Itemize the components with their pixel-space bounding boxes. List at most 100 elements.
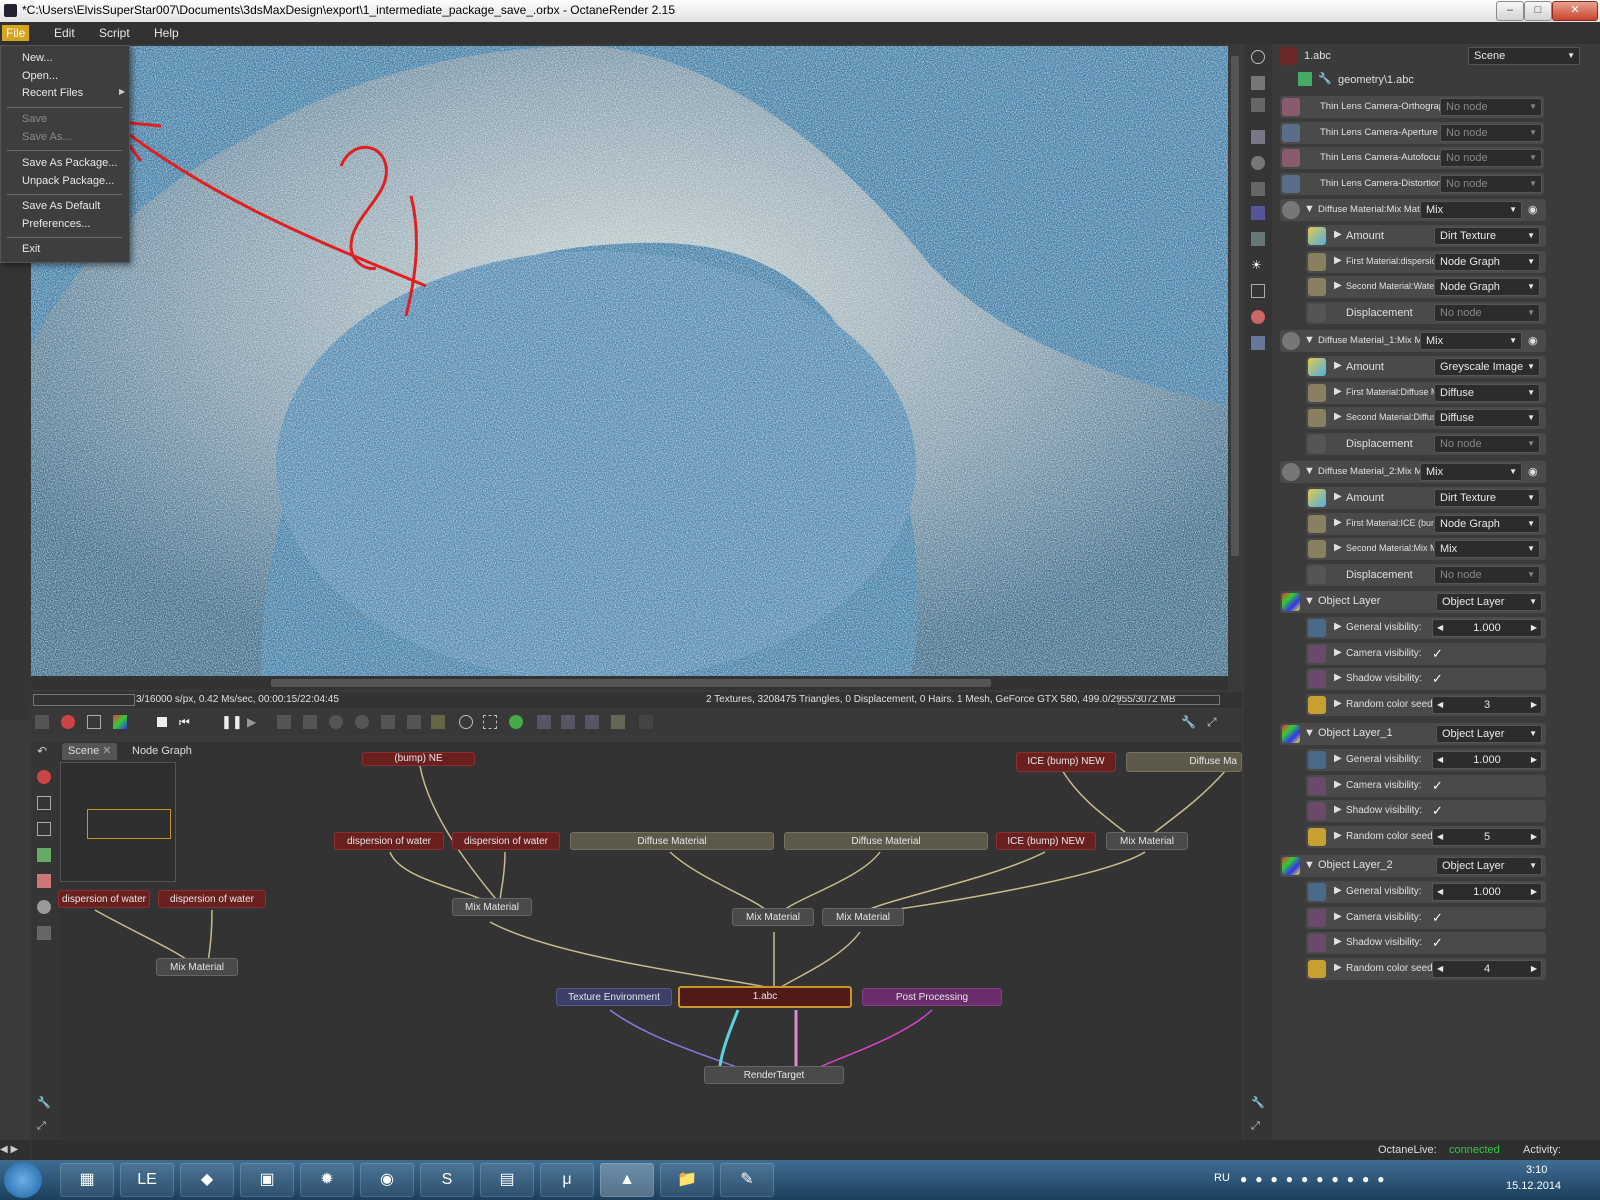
material-group-row[interactable]: ▼ Diffuse Material_1:Mix Ma... Mix ▼ ◉	[1280, 330, 1546, 352]
expand-arrow-icon[interactable]: ▼	[1304, 859, 1315, 871]
transform-icon[interactable]	[1251, 284, 1265, 298]
material-input-select[interactable]: Dirt Texture ▼	[1434, 227, 1540, 245]
expand-arrow-icon[interactable]: ▶	[1334, 255, 1342, 266]
taskbar-3dsmax-icon[interactable]: ▲	[600, 1163, 654, 1197]
layer-seed-row[interactable]: ▶ Random color seed: ◀ 4 ▶	[1306, 957, 1546, 980]
node-ice-top[interactable]: ICE (bump) NEW	[1016, 752, 1116, 772]
expand-arrow-icon[interactable]: ▼	[1304, 595, 1315, 607]
render-settings-icon[interactable]	[1251, 156, 1265, 170]
node-diffuse-top[interactable]: Diffuse Ma	[1126, 752, 1242, 772]
node-diffuse-2[interactable]: Diffuse Material	[784, 832, 988, 850]
material-input-select[interactable]: Diffuse ▼	[1434, 383, 1540, 402]
material-input-select[interactable]: Diffuse ▼	[1434, 409, 1540, 427]
layer-shadow-checkbox[interactable]: ✓	[1432, 671, 1443, 687]
material-group-row[interactable]: ▼ Diffuse Material:Mix Material Mix ▼ ◉	[1280, 199, 1546, 221]
layer-general-spinner[interactable]: ◀ 1.000 ▶	[1432, 751, 1542, 769]
increment-arrow-icon[interactable]: ▶	[1531, 697, 1537, 713]
expand-arrow-icon[interactable]: ▶	[1334, 491, 1342, 502]
taskbar-chrome-icon[interactable]: ◉	[360, 1163, 414, 1197]
layer-camera-row[interactable]: ▶ Camera visibility: ✓	[1306, 906, 1546, 929]
layer-shadow-row[interactable]: ▶ Shadow visibility: ✓	[1306, 668, 1546, 690]
node-mix-4[interactable]: Mix Material	[156, 958, 238, 976]
object-layer-row[interactable]: ▼ Object Layer Object Layer ▼	[1280, 591, 1546, 613]
layer-seed-row[interactable]: ▶ Random color seed: ◀ 3 ▶	[1306, 693, 1546, 716]
panel-wrench-icon[interactable]: 🔧	[1251, 1096, 1265, 1110]
decrement-arrow-icon[interactable]: ◀	[1437, 961, 1443, 977]
node-ice[interactable]: ICE (bump) NEW	[996, 832, 1096, 850]
cube-icon[interactable]	[1251, 336, 1265, 350]
paint-icon[interactable]	[1251, 310, 1265, 324]
expand-arrow-icon[interactable]: ▼	[1304, 465, 1315, 477]
material-input-select[interactable]: No node ▼	[1434, 565, 1540, 584]
increment-arrow-icon[interactable]: ▶	[1531, 620, 1537, 636]
expand-arrow-icon[interactable]: ▶	[1334, 779, 1342, 790]
environment-icon[interactable]	[1251, 232, 1265, 246]
material-input-row[interactable]: ▶ First Material:ICE (bum... Node Graph ▼	[1306, 512, 1546, 535]
node-water-4[interactable]: dispersion of water	[158, 890, 266, 908]
taskbar-paint-icon[interactable]: ✎	[720, 1163, 774, 1197]
menu-item-save-as-default[interactable]: Save As Default	[22, 200, 100, 212]
layer-camera-checkbox[interactable]: ✓	[1432, 646, 1443, 662]
node-texture-environment[interactable]: Texture Environment	[556, 988, 672, 1006]
expand-arrow-icon[interactable]: ▶	[1334, 542, 1342, 553]
layer-general-spinner[interactable]: ◀ 1.000 ▶	[1432, 619, 1542, 637]
material-type-select[interactable]: Mix ▼	[1420, 332, 1522, 350]
panel-expand-icon[interactable]: ⤢	[1251, 1120, 1265, 1134]
node-mix-2[interactable]: Mix Material	[732, 908, 814, 926]
material-input-row[interactable]: Displacement No node ▼	[1306, 563, 1546, 586]
node-mix-1[interactable]: Mix Material	[452, 898, 532, 916]
taskbar-folder-icon[interactable]: 📁	[660, 1163, 714, 1197]
expand-arrow-icon[interactable]: ▼	[1304, 334, 1315, 346]
taskbar-app-icon[interactable]: ◆	[180, 1163, 234, 1197]
taskbar-skype-icon[interactable]: S	[420, 1163, 474, 1197]
layer-camera-row[interactable]: ▶ Camera visibility: ✓	[1306, 642, 1546, 665]
expand-arrow-icon[interactable]: ▶	[1334, 360, 1342, 371]
system-tray-icons[interactable]: ●●●●●●●●●●	[1240, 1172, 1460, 1188]
expand-arrow-icon[interactable]: ▶	[1334, 804, 1342, 815]
material-input-select[interactable]: No node ▼	[1434, 303, 1540, 322]
clock-time[interactable]: 3:10	[1526, 1164, 1547, 1176]
layer-camera-checkbox[interactable]: ✓	[1432, 778, 1443, 794]
image-icon[interactable]	[1251, 130, 1265, 144]
expand-arrow-icon[interactable]: ▶	[1334, 936, 1342, 947]
node-mix-5[interactable]: Mix Material	[1106, 832, 1188, 850]
material-input-select[interactable]: Node Graph ▼	[1434, 252, 1540, 271]
layer-general-spinner[interactable]: ◀ 1.000 ▶	[1432, 883, 1542, 901]
expand-arrow-icon[interactable]: ▶	[1334, 647, 1342, 658]
eye-icon[interactable]: ◉	[1528, 203, 1538, 216]
decrement-arrow-icon[interactable]: ◀	[1437, 829, 1443, 845]
material-input-select[interactable]: No node ▼	[1434, 434, 1540, 453]
taskbar-terminal-icon[interactable]: ▣	[240, 1163, 294, 1197]
expand-arrow-icon[interactable]: ▶	[1334, 753, 1342, 764]
object-layer-select[interactable]: Object Layer ▼	[1436, 725, 1542, 743]
geometry-wrench-icon[interactable]: 🔧	[1318, 72, 1332, 86]
layer-shadow-checkbox[interactable]: ✓	[1432, 803, 1443, 819]
material-input-row[interactable]: ▶ First Material:Diffuse M... Diffuse ▼	[1306, 381, 1546, 404]
layer-general-row[interactable]: ▶ General visibility: ◀ 1.000 ▶	[1306, 881, 1546, 903]
expand-arrow-icon[interactable]: ▶	[1334, 386, 1342, 397]
object-layer-row[interactable]: ▼ Object Layer_2 Object Layer ▼	[1280, 855, 1546, 877]
camera-input-select[interactable]: No node ▼	[1440, 174, 1542, 193]
node-diffuse-1[interactable]: Diffuse Material	[570, 832, 774, 850]
material-input-row[interactable]: Displacement No node ▼	[1306, 432, 1546, 455]
menu-item-preferences[interactable]: Preferences...	[22, 218, 90, 230]
node-water-2[interactable]: dispersion of water	[452, 832, 560, 850]
taskbar-le-icon[interactable]: LE	[120, 1163, 174, 1197]
material-type-select[interactable]: Mix ▼	[1420, 201, 1522, 219]
menu-item-save-as-package[interactable]: Save As Package...	[22, 157, 117, 169]
start-button[interactable]	[4, 1162, 42, 1198]
expand-arrow-icon[interactable]: ▶	[1334, 672, 1342, 683]
material-input-select[interactable]: Node Graph ▼	[1434, 514, 1540, 533]
expand-arrow-icon[interactable]: ▶	[1334, 411, 1342, 422]
eye-icon[interactable]: ◉	[1528, 334, 1538, 347]
menu-item-unpack-package[interactable]: Unpack Package...	[22, 175, 114, 187]
decrement-arrow-icon[interactable]: ◀	[1437, 884, 1443, 900]
expand-arrow-icon[interactable]: ▶	[1334, 911, 1342, 922]
sun-icon[interactable]: ☀	[1251, 258, 1265, 272]
increment-arrow-icon[interactable]: ▶	[1531, 884, 1537, 900]
camera-icon[interactable]	[1251, 50, 1265, 64]
object-layer-select[interactable]: Object Layer ▼	[1436, 593, 1542, 611]
language-indicator[interactable]: RU	[1214, 1172, 1230, 1184]
bottom-left-arrows[interactable]: ◀ ▶	[0, 1140, 30, 1160]
scene-select[interactable]: Scene ▼	[1468, 47, 1580, 65]
